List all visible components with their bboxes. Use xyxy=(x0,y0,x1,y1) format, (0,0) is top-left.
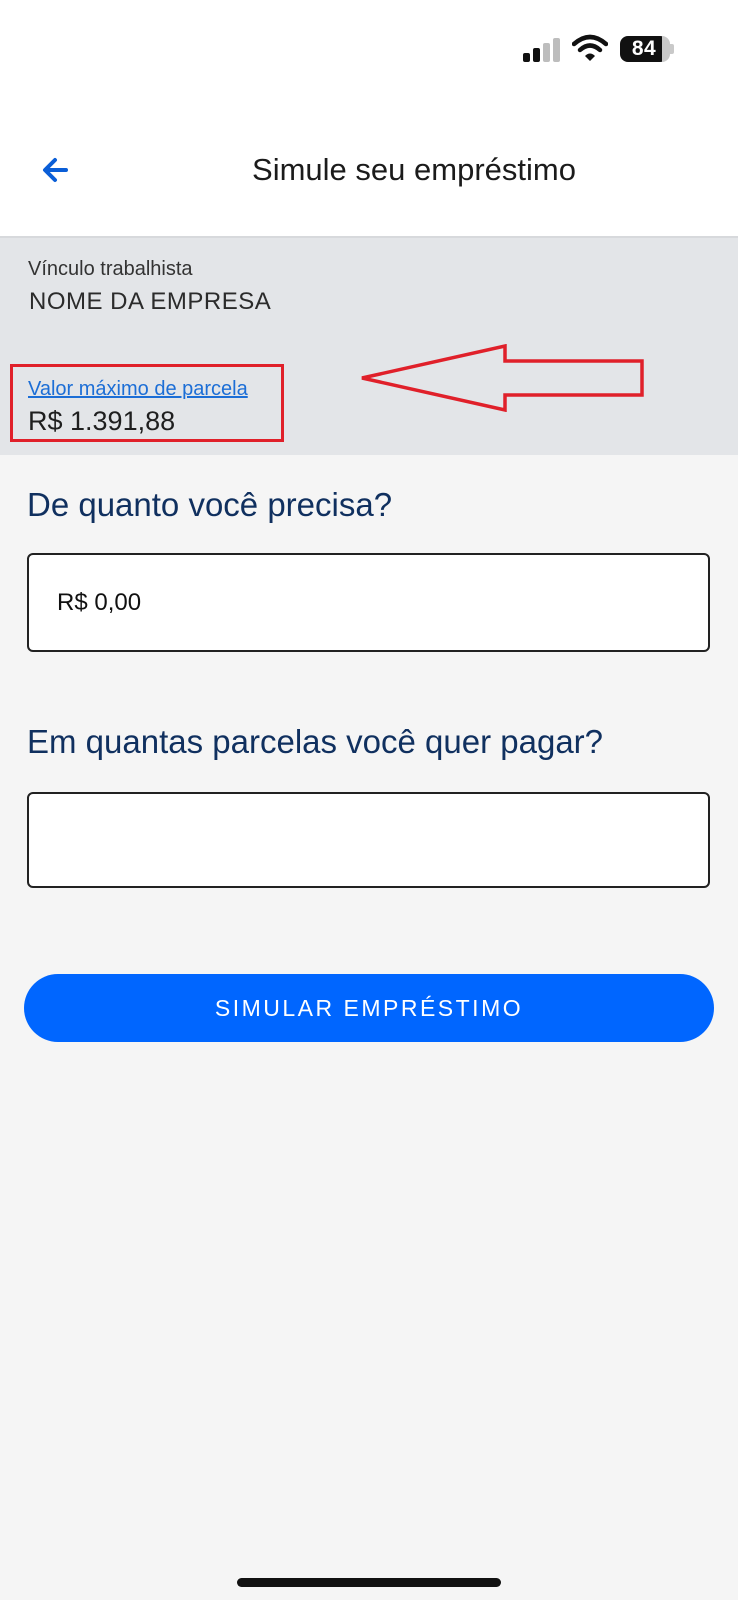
installments-question: Em quantas parcelas você quer pagar? xyxy=(27,723,604,760)
battery-icon: 84 xyxy=(620,36,674,62)
simulate-loan-button[interactable]: SIMULAR EMPRÉSTIMO xyxy=(24,974,714,1042)
wifi-icon xyxy=(572,34,608,61)
app-header: Simule seu empréstimo xyxy=(0,100,738,238)
employment-label: Vínculo trabalhista xyxy=(28,258,193,280)
amount-input[interactable] xyxy=(27,553,710,652)
annotation-arrow-icon xyxy=(361,344,644,412)
status-bar: 84 xyxy=(0,0,738,100)
max-installment-link[interactable]: Valor máximo de parcela xyxy=(28,378,248,401)
home-indicator[interactable] xyxy=(237,1578,501,1587)
max-installment-value: R$ 1.391,88 xyxy=(28,406,176,436)
page-title: Simule seu empréstimo xyxy=(252,152,576,187)
company-name: NOME DA EMPRESA xyxy=(29,288,272,315)
battery-level: 84 xyxy=(620,36,670,62)
cellular-signal-icon xyxy=(523,38,563,62)
amount-question: De quanto você precisa? xyxy=(27,486,393,523)
installments-input[interactable] xyxy=(27,792,710,888)
